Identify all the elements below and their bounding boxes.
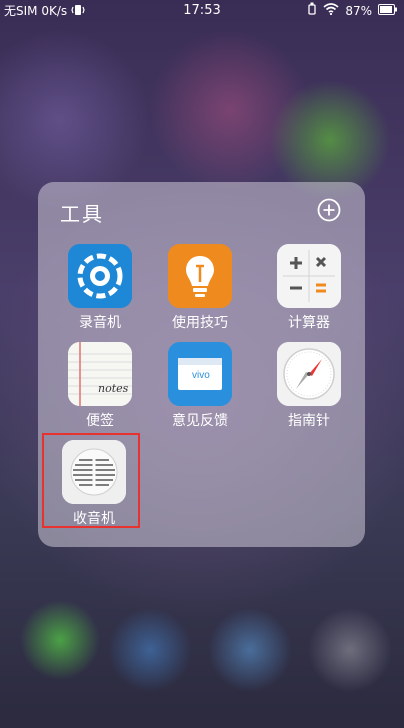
feedback-icon-text: vivo xyxy=(192,370,210,381)
usb-icon xyxy=(307,0,317,22)
folder-title[interactable]: 工具 xyxy=(60,198,104,227)
notes-icon-text: notes xyxy=(98,382,129,395)
status-bar: 无SIM 0K/s 17:53 87% xyxy=(0,0,404,22)
app-label: 意见反馈 xyxy=(172,413,228,429)
app-calculator[interactable]: 计算器 xyxy=(264,244,354,334)
recorder-icon xyxy=(68,244,132,308)
battery-percent: 87% xyxy=(345,4,372,18)
app-recorder[interactable]: 录音机 xyxy=(55,244,145,334)
app-label: 使用技巧 xyxy=(172,315,228,331)
notes-icon: notes xyxy=(68,342,132,406)
app-label: 便签 xyxy=(86,413,114,429)
feedback-icon: vivo xyxy=(168,342,232,406)
radio-highlight-box xyxy=(42,433,140,528)
app-label: 录音机 xyxy=(79,315,121,331)
app-label: 指南针 xyxy=(288,413,330,429)
plus-circle-icon[interactable] xyxy=(317,198,341,222)
battery-icon xyxy=(378,0,398,22)
app-notes[interactable]: notes 便签 xyxy=(55,342,145,432)
compass-icon xyxy=(277,342,341,406)
app-label: 计算器 xyxy=(288,315,330,331)
lightbulb-icon xyxy=(168,244,232,308)
wifi-icon xyxy=(323,0,339,22)
status-right: 87% xyxy=(307,0,398,22)
app-feedback[interactable]: vivo 意见反馈 xyxy=(155,342,245,432)
app-tips[interactable]: 使用技巧 xyxy=(155,244,245,334)
calculator-icon xyxy=(277,244,341,308)
app-compass[interactable]: 指南针 xyxy=(264,342,354,432)
tools-folder: 工具 录音机 使用技巧 计算器 notes 便签 vivo 意见反馈 指南针 收… xyxy=(38,182,365,547)
